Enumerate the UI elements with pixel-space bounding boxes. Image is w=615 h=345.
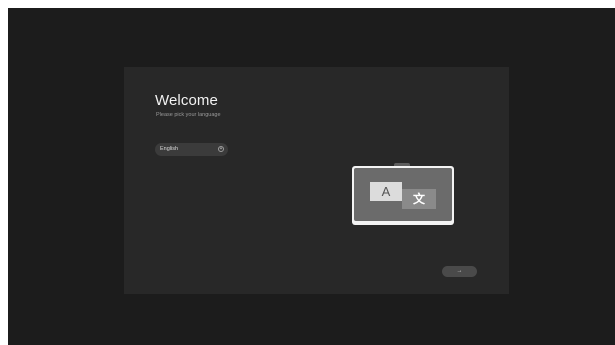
illustration-frame: A 文 [352, 166, 454, 225]
chevron-down-icon [218, 146, 224, 152]
welcome-panel: Welcome Please pick your language Englis… [124, 67, 509, 294]
latin-glyph-card: A [370, 182, 402, 201]
page-subtitle: Please pick your language [156, 112, 221, 118]
cjk-glyph-card: 文 [402, 189, 436, 209]
arrow-right-icon: → [456, 268, 463, 274]
language-illustration: A 文 [352, 163, 454, 225]
language-dropdown[interactable]: English [155, 143, 228, 156]
page-title: Welcome [155, 92, 218, 109]
illustration-screen: A 文 [354, 168, 452, 221]
screen: Welcome Please pick your language Englis… [0, 0, 615, 345]
next-button[interactable]: → [442, 266, 477, 277]
language-dropdown-value: English [160, 146, 179, 152]
